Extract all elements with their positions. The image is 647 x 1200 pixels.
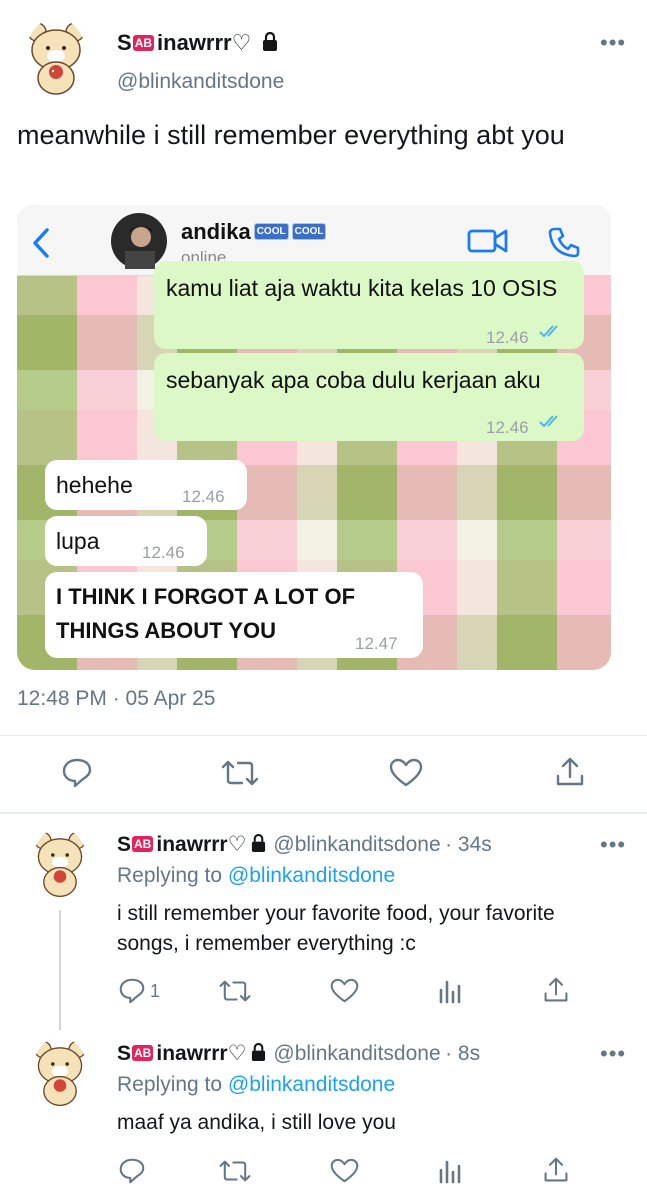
message-text: hehehe (56, 472, 133, 498)
message-time: 12.46 (142, 543, 185, 562)
lock-icon (252, 833, 266, 852)
message-time: 12.46 (486, 328, 529, 347)
replying-to-link[interactable]: @blinkanditsdone (228, 864, 395, 887)
share-icon[interactable] (555, 756, 585, 788)
tweet-timestamp[interactable]: 12:48 PM · 05 Apr 25 (17, 687, 215, 711)
read-ticks-icon (539, 415, 558, 428)
message-text: lupa (56, 528, 100, 554)
analytics-icon[interactable] (438, 1158, 462, 1184)
message-time: 12.46 (182, 487, 225, 506)
heart-emoji-icon: ♡ (227, 1042, 247, 1065)
replying-to: Replying to @blinkanditsdone (117, 1073, 395, 1097)
retweet-icon[interactable] (218, 978, 252, 1004)
lock-icon (263, 31, 278, 51)
thread-line (59, 910, 61, 1030)
reply-icon[interactable] (61, 758, 93, 788)
share-icon[interactable] (543, 976, 569, 1004)
contact-name: andika COOL COOL (181, 219, 327, 245)
heart-emoji-icon: ♡ (231, 30, 252, 55)
contact-avatar (111, 213, 167, 269)
reply-icon[interactable] (118, 1158, 146, 1184)
avatar-bear-icon[interactable] (32, 1037, 88, 1109)
attached-chat-image[interactable]: andika COOL COOL online kamu liat aja wakt… (17, 205, 611, 670)
message-time: 12.46 (486, 418, 529, 437)
more-options-icon[interactable]: ••• (600, 30, 626, 56)
phone-call-icon (548, 227, 580, 258)
replying-prefix: Replying to (117, 1073, 223, 1096)
name-text: inawrrr (156, 833, 228, 856)
message-bubble-outgoing: kamu liat aja waktu kita kelas 10 OSIS 1… (154, 261, 584, 349)
handle[interactable]: @blinkanditsdone (273, 1042, 440, 1065)
reply-time[interactable]: · 8s (445, 1042, 480, 1065)
like-heart-icon[interactable] (330, 1158, 359, 1184)
replying-prefix: Replying to (117, 864, 223, 887)
message-time: 12.47 (355, 634, 398, 653)
share-icon[interactable] (543, 1156, 569, 1184)
reply-text: i still remember your favorite food, you… (117, 902, 555, 955)
lock-icon (252, 1042, 266, 1061)
cool-emoji-icon: COOL (253, 222, 289, 240)
more-options-icon[interactable]: ••• (600, 1041, 626, 1067)
display-name[interactable]: S AB inawrrr♡ (117, 30, 279, 56)
avatar-bear-icon[interactable] (25, 18, 87, 98)
message-text: kamu liat aja waktu kita kelas 10 OSIS (166, 275, 558, 301)
contact-name-text: andika (181, 219, 251, 244)
ab-badge-icon: AB (132, 34, 155, 51)
divider (0, 735, 647, 736)
display-name[interactable]: S AB inawrrr♡ (117, 833, 273, 856)
message-bubble-incoming: I THINK I FORGOT A LOT OF THINGS ABOUT Y… (45, 572, 423, 658)
retweet-icon[interactable] (220, 758, 260, 788)
video-call-icon (467, 229, 508, 253)
divider (0, 812, 647, 814)
reply-header: S AB inawrrr♡ @blinkanditsdone · 8s (117, 1041, 480, 1066)
name-text: inawrrr (157, 30, 232, 55)
message-bubble-incoming: lupa 12.46 (45, 516, 207, 566)
heart-emoji-icon: ♡ (227, 833, 247, 856)
name-prefix: S (117, 30, 132, 55)
message-bubble-incoming: hehehe 12.46 (45, 460, 247, 510)
message-text: sebanyak apa coba dulu kerjaan aku (166, 367, 541, 393)
display-name[interactable]: S AB inawrrr♡ (117, 1042, 273, 1065)
ab-badge-icon: AB (132, 835, 154, 852)
reply-time[interactable]: · 34s (445, 833, 492, 856)
name-text: inawrrr (156, 1042, 228, 1065)
reply-count: 1 (150, 981, 161, 1001)
name-prefix: S (117, 1042, 132, 1065)
replying-to-link[interactable]: @blinkanditsdone (228, 1073, 395, 1096)
ab-badge-icon: AB (132, 1044, 154, 1061)
read-ticks-icon (539, 325, 558, 338)
message-bubble-outgoing: sebanyak apa coba dulu kerjaan aku 12.46 (154, 353, 584, 441)
more-options-icon[interactable]: ••• (600, 832, 626, 858)
analytics-icon[interactable] (438, 978, 462, 1004)
replying-to: Replying to @blinkanditsdone (117, 864, 395, 888)
back-chevron-icon (33, 228, 49, 258)
reply-header: S AB inawrrr♡ @blinkanditsdone · 34s (117, 832, 492, 857)
like-heart-icon[interactable] (389, 758, 423, 788)
retweet-icon[interactable] (218, 1158, 252, 1184)
handle[interactable]: @blinkanditsdone (117, 70, 284, 94)
name-prefix: S (117, 833, 132, 856)
handle[interactable]: @blinkanditsdone (273, 833, 440, 856)
avatar-bear-icon[interactable] (32, 828, 88, 900)
cool-emoji-icon: COOL (291, 222, 327, 240)
reply-icon[interactable] (118, 978, 146, 1004)
like-heart-icon[interactable] (330, 978, 359, 1004)
tweet-text: meanwhile i still remember everything ab… (17, 120, 565, 150)
reply-text: maaf ya andika, i still love you (117, 1111, 396, 1134)
